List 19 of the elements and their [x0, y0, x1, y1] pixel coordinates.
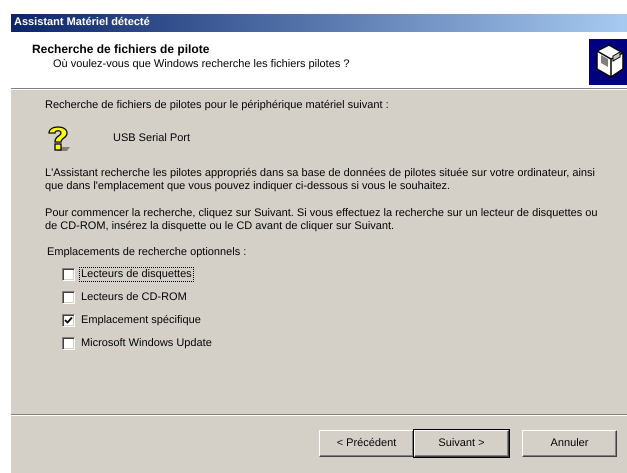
- window-title: Assistant Matériel détecté: [11, 14, 627, 32]
- checkbox-label[interactable]: Microsoft Windows Update: [79, 336, 214, 351]
- wizard-button[interactable]: Annuler: [522, 430, 617, 457]
- options-label: Emplacements de recherche optionnels :: [47, 246, 248, 260]
- checkbox-label[interactable]: Lecteurs de CD-ROM: [79, 290, 189, 305]
- checkbox-label[interactable]: Lecteurs de disquettes: [79, 266, 194, 282]
- checkbox[interactable]: [62, 314, 75, 327]
- checkbox-label[interactable]: Emplacement spécifique: [79, 312, 203, 328]
- checkbox[interactable]: [62, 268, 75, 281]
- paragraph: Pour commencer la recherche, cliquez sur Suivant. Si vous effectuez la recherche sur un lecteur de disquettes ou de CD-ROM, insérez la disquette ou le CD avant de cliquer sur Suivant.: [45, 206, 599, 233]
- checkbox[interactable]: [62, 290, 75, 304]
- device-name: USB Serial Port: [113, 132, 190, 145]
- checkbox[interactable]: [62, 336, 75, 350]
- paragraph: L'Assistant recherche les pilotes appropriés dans sa base de données de pilotes située sur votre ordinateur, ainsi que dans l'emplacement que vous pouvez indiquer ci-dessous si vous le souhaitez.: [45, 167, 596, 194]
- wizard-button[interactable]: < Précédent: [319, 430, 414, 457]
- page-subtitle: Où voulez-vous que Windows recherche les fichiers pilotes ?: [53, 58, 350, 72]
- intro-text: Recherche de fichiers de pilotes pour le périphérique matériel suivant :: [45, 99, 390, 112]
- page-title: Recherche de fichiers de pilote: [32, 42, 210, 56]
- wizard-button[interactable]: Suivant >: [414, 430, 509, 457]
